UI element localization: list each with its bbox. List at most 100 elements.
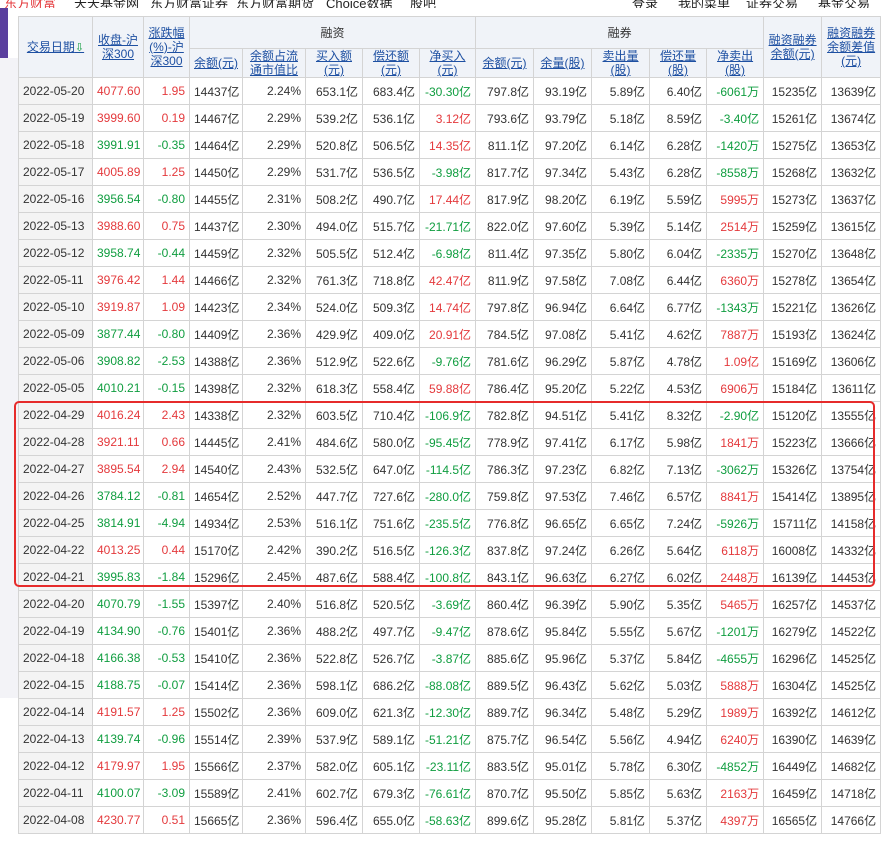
table-row: 2022-05-18 3991.91 -0.35 14464亿 2.29% 520.8亿 5…	[18, 131, 882, 159]
cell-sec-balance: 811.9亿	[475, 266, 535, 294]
header-fin-balance[interactable]: 余额(元)	[189, 48, 243, 78]
cell-sec-balance: 811.1亿	[475, 131, 535, 159]
nav-link[interactable]: 东方财富期货	[236, 0, 314, 8]
header-group-financing: 融资	[188, 16, 477, 49]
nav-link[interactable]: 东方财富证券	[150, 0, 228, 8]
table-row: 2022-04-08 4230.77 0.51 15665亿 2.36% 596.4亿 65…	[18, 806, 882, 834]
cell-change: -4.94	[143, 509, 190, 537]
header-sec-sell[interactable]: 卖出量(股)	[591, 48, 651, 78]
cell-sec-balance: 778.9亿	[475, 428, 535, 456]
cell-margin-balance-diff: 13632亿	[821, 158, 882, 186]
cell-sec-net-sell: 7887万	[706, 320, 765, 348]
cell-fin-balance: 14437亿	[189, 77, 243, 105]
cell-fin-balance: 15401亿	[189, 617, 243, 645]
cell-fin-buy: 484.6亿	[305, 428, 363, 456]
cell-sec-repay: 5.29亿	[649, 698, 708, 726]
cell-close: 3921.11	[92, 428, 144, 456]
cell-margin-balance: 15223亿	[763, 428, 823, 456]
header-sec-repay[interactable]: 偿还量(股)	[649, 48, 708, 78]
cell-fin-ratio: 2.36%	[242, 698, 306, 726]
cell-sec-sell: 6.27亿	[591, 563, 651, 591]
cell-sec-balance: 875.7亿	[475, 725, 535, 753]
cell-fin-repay: 515.7亿	[362, 212, 420, 240]
cell-fin-balance: 14450亿	[189, 158, 243, 186]
cell-fin-buy: 516.8亿	[305, 590, 363, 618]
cell-sec-balance: 889.7亿	[475, 698, 535, 726]
cell-sec-repay: 6.28亿	[649, 158, 708, 186]
cell-sec-repay: 4.62亿	[649, 320, 708, 348]
cell-fin-repay: 509.3亿	[362, 293, 420, 321]
nav-link[interactable]: Choice数据	[326, 0, 392, 8]
table-row: 2022-04-13 4139.74 -0.96 15514亿 2.39% 537.9亿 5…	[18, 725, 882, 753]
nav-link[interactable]: 天天基金网	[74, 0, 139, 8]
cell-sec-repay: 5.63亿	[649, 779, 708, 807]
header-fin-repay[interactable]: 偿还额(元)	[362, 48, 420, 78]
header-margin-balance[interactable]: 融资融券余额(元)	[763, 16, 823, 78]
cell-sec-repay: 6.28亿	[649, 131, 708, 159]
cell-date: 2022-05-12	[18, 239, 93, 267]
cell-fin-repay: 686.2亿	[362, 671, 420, 699]
cell-fin-buy: 532.5亿	[305, 455, 363, 483]
table-body: 2022-05-20 4077.60 1.95 14437亿 2.24% 653.1亿 68…	[18, 77, 882, 834]
nav-link[interactable]: 证券交易	[746, 0, 798, 8]
nav-link[interactable]: 股吧	[410, 0, 436, 8]
cell-fin-net-buy: -21.71亿	[418, 212, 477, 240]
cell-margin-balance: 15259亿	[763, 212, 823, 240]
cell-sec-net-sell: 1.09亿	[706, 347, 765, 375]
header-margin-balance-diff[interactable]: 融资融券余额差值(元)	[821, 16, 882, 78]
cell-margin-balance: 16279亿	[763, 617, 823, 645]
header-fin-buy[interactable]: 买入额(元)	[305, 48, 363, 78]
cell-change: 0.66	[143, 428, 190, 456]
cell-fin-balance: 14445亿	[189, 428, 243, 456]
header-close-hs300[interactable]: 收盘-沪深300	[92, 16, 144, 78]
cell-close: 3956.54	[92, 185, 144, 213]
nav-link[interactable]: 登录	[632, 0, 658, 8]
cell-sec-sell: 5.90亿	[591, 590, 651, 618]
header-change-hs300[interactable]: 涨跌幅(%)-沪深300	[143, 16, 190, 78]
header-fin-net-buy[interactable]: 净买入(元)	[418, 48, 477, 78]
cell-sec-net-sell: -2335万	[706, 239, 765, 267]
cell-fin-net-buy: -126.3亿	[418, 536, 477, 564]
cell-sec-volume: 97.58亿	[533, 266, 593, 294]
cell-fin-ratio: 2.36%	[242, 320, 306, 348]
cell-date: 2022-04-20	[18, 590, 93, 618]
cell-fin-balance: 14437亿	[189, 212, 243, 240]
header-trade-date[interactable]: 交易日期⇩	[18, 16, 93, 78]
cell-fin-net-buy: -76.61亿	[418, 779, 477, 807]
cell-sec-balance: 870.7亿	[475, 779, 535, 807]
header-sec-net-sell[interactable]: 净卖出(股)	[706, 48, 765, 78]
cell-sec-balance: 885.6亿	[475, 644, 535, 672]
cell-fin-balance: 15397亿	[189, 590, 243, 618]
cell-sec-repay: 7.13亿	[649, 455, 708, 483]
header-fin-ratio[interactable]: 余额占流通市值比	[242, 48, 306, 78]
cell-sec-repay: 8.59亿	[649, 104, 708, 132]
cell-date: 2022-04-21	[18, 563, 93, 591]
cell-change: -0.44	[143, 239, 190, 267]
cell-sec-sell: 5.39亿	[591, 212, 651, 240]
cell-close: 3976.42	[92, 266, 144, 294]
cell-date: 2022-04-19	[18, 617, 93, 645]
cell-change: -1.55	[143, 590, 190, 618]
cell-sec-repay: 4.94亿	[649, 725, 708, 753]
cell-sec-sell: 6.19亿	[591, 185, 651, 213]
header-sec-volume[interactable]: 余量(股)	[533, 48, 593, 78]
cell-fin-repay: 506.5亿	[362, 131, 420, 159]
cell-fin-repay: 589.1亿	[362, 725, 420, 753]
cell-margin-balance-diff: 13555亿	[821, 401, 882, 429]
cell-margin-balance: 16296亿	[763, 644, 823, 672]
nav-link[interactable]: 基金交易	[818, 0, 870, 8]
cell-fin-balance: 14459亿	[189, 239, 243, 267]
cell-margin-balance: 15221亿	[763, 293, 823, 321]
sort-down-arrow-icon[interactable]: ⇩	[75, 42, 84, 54]
cell-sec-sell: 5.62亿	[591, 671, 651, 699]
cell-fin-net-buy: -106.9亿	[418, 401, 477, 429]
nav-link[interactable]: 我的菜单	[678, 0, 730, 8]
cell-sec-sell: 6.26亿	[591, 536, 651, 564]
cell-margin-balance-diff: 13615亿	[821, 212, 882, 240]
table-row: 2022-04-28 3921.11 0.66 14445亿 2.41% 484.6亿 58…	[18, 428, 882, 456]
header-sec-balance[interactable]: 余额(元)	[475, 48, 535, 78]
cell-date: 2022-05-17	[18, 158, 93, 186]
nav-link[interactable]: 东方财富	[4, 0, 56, 8]
cell-change: -0.15	[143, 374, 190, 402]
cell-fin-ratio: 2.52%	[242, 482, 306, 510]
